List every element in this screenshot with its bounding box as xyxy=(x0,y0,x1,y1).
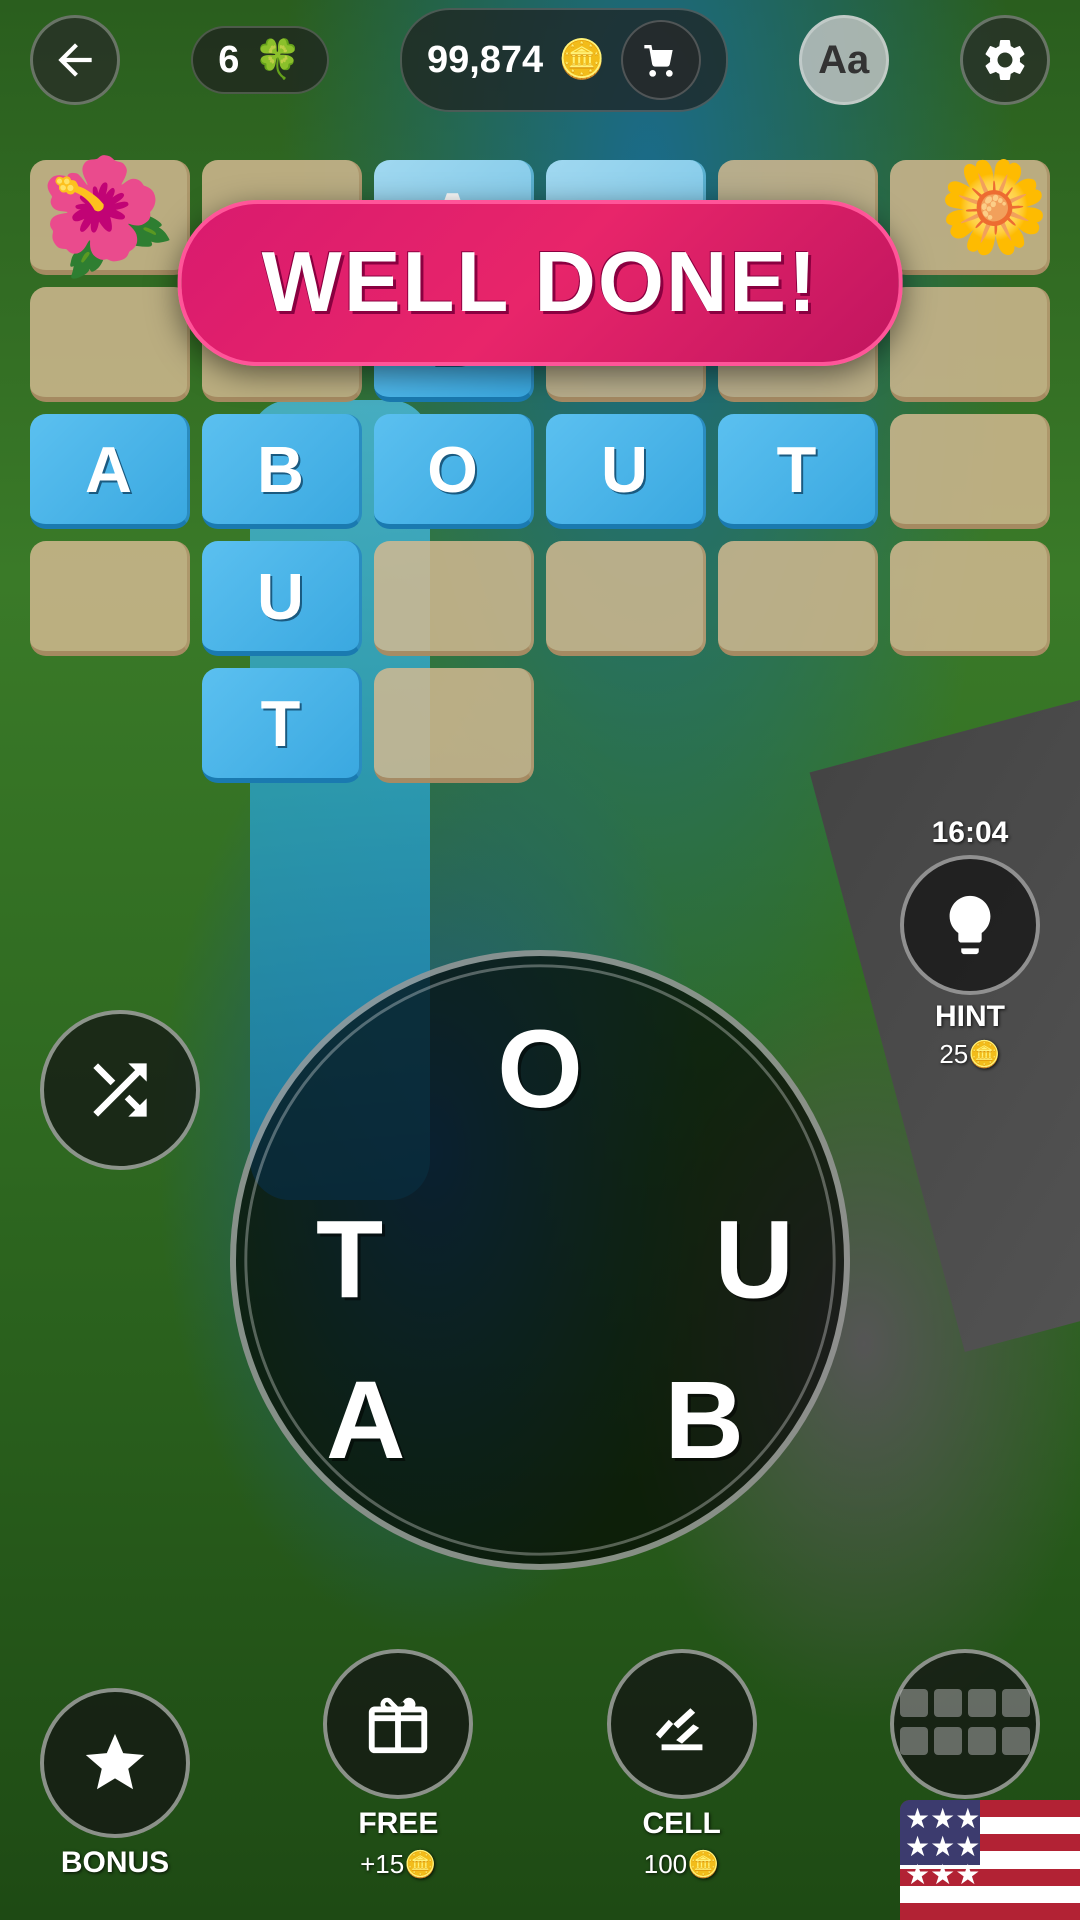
clover-icon: 🍀 xyxy=(254,38,301,82)
flower-right-decoration: 🌼 xyxy=(938,155,1050,260)
well-done-text: WELL DONE! xyxy=(262,235,819,330)
grid-cell-3-4[interactable] xyxy=(718,541,878,656)
letter-wheel[interactable]: O U B A T xyxy=(230,950,850,1570)
grid-cell-2-3[interactable]: U xyxy=(546,414,706,529)
clover-count: 6 xyxy=(218,39,239,82)
grid-cell-3-0[interactable] xyxy=(30,541,190,656)
word-squares-icon xyxy=(900,1689,1030,1717)
grid-cell-3-1[interactable]: U xyxy=(202,541,362,656)
font-icon: Aa xyxy=(818,38,869,83)
free-label: FREE xyxy=(358,1807,438,1841)
free-button[interactable]: FREE +15🪙 xyxy=(323,1649,473,1880)
bonus-label: BONUS xyxy=(61,1846,169,1880)
wheel-letter-T[interactable]: T xyxy=(316,1197,383,1324)
flag-blue-field: ★★★★★★★★★ xyxy=(900,1800,980,1865)
grid-cell-2-4[interactable]: T xyxy=(718,414,878,529)
app: 6 🍀 99,874 🪙 Aa 🌺 🌼 WELL DONE! A xyxy=(0,0,1080,1920)
wheel-letter-B[interactable]: B xyxy=(665,1357,744,1484)
grid-cell-4-2[interactable] xyxy=(374,668,534,783)
cart-button[interactable] xyxy=(621,20,701,100)
free-bonus: +15🪙 xyxy=(360,1849,436,1880)
bonus-button[interactable]: BONUS xyxy=(40,1688,190,1880)
grid-cell-2-2[interactable]: O xyxy=(374,414,534,529)
shuffle-button[interactable] xyxy=(40,1010,200,1170)
hint-timer: 16:04 xyxy=(932,816,1009,850)
cell-button[interactable]: CELL 100🪙 xyxy=(607,1649,757,1880)
grid-cell-1-5[interactable] xyxy=(890,287,1050,402)
well-done-banner: WELL DONE! xyxy=(178,200,903,366)
us-flag: ★★★★★★★★★ xyxy=(900,1800,1080,1920)
coins-badge: 99,874 🪙 xyxy=(400,8,728,112)
wheel-letter-O[interactable]: O xyxy=(497,1006,583,1133)
grid-cell-3-5[interactable] xyxy=(890,541,1050,656)
grid-cell-3-2[interactable] xyxy=(374,541,534,656)
hint-button[interactable]: 16:04 HINT 25🪙 xyxy=(900,816,1040,1070)
wheel-letter-A[interactable]: A xyxy=(326,1357,405,1484)
cell-cost: 100🪙 xyxy=(644,1849,720,1880)
coins-value: 99,874 xyxy=(427,39,543,82)
font-button[interactable]: Aa xyxy=(799,15,889,105)
word-squares-icon2 xyxy=(900,1727,1030,1755)
wheel-circle[interactable]: O U B A T xyxy=(230,950,850,1570)
coin-icon: 🪙 xyxy=(558,38,605,82)
grid-cell-3-3[interactable] xyxy=(546,541,706,656)
hint-label: HINT xyxy=(935,1000,1005,1034)
grid-cell-4-1[interactable]: T xyxy=(202,668,362,783)
back-button[interactable] xyxy=(30,15,120,105)
grid-cell-2-0[interactable]: A xyxy=(30,414,190,529)
topbar: 6 🍀 99,874 🪙 Aa xyxy=(0,0,1080,120)
wheel-letter-U[interactable]: U xyxy=(715,1197,794,1324)
grid-cell-2-5[interactable] xyxy=(890,414,1050,529)
clover-badge: 6 🍀 xyxy=(191,26,328,94)
grid-cell-2-1[interactable]: B xyxy=(202,414,362,529)
cell-label: CELL xyxy=(642,1807,720,1841)
settings-button[interactable] xyxy=(960,15,1050,105)
hint-cost: 25🪙 xyxy=(939,1039,1000,1070)
grid-cell-1-0[interactable] xyxy=(30,287,190,402)
